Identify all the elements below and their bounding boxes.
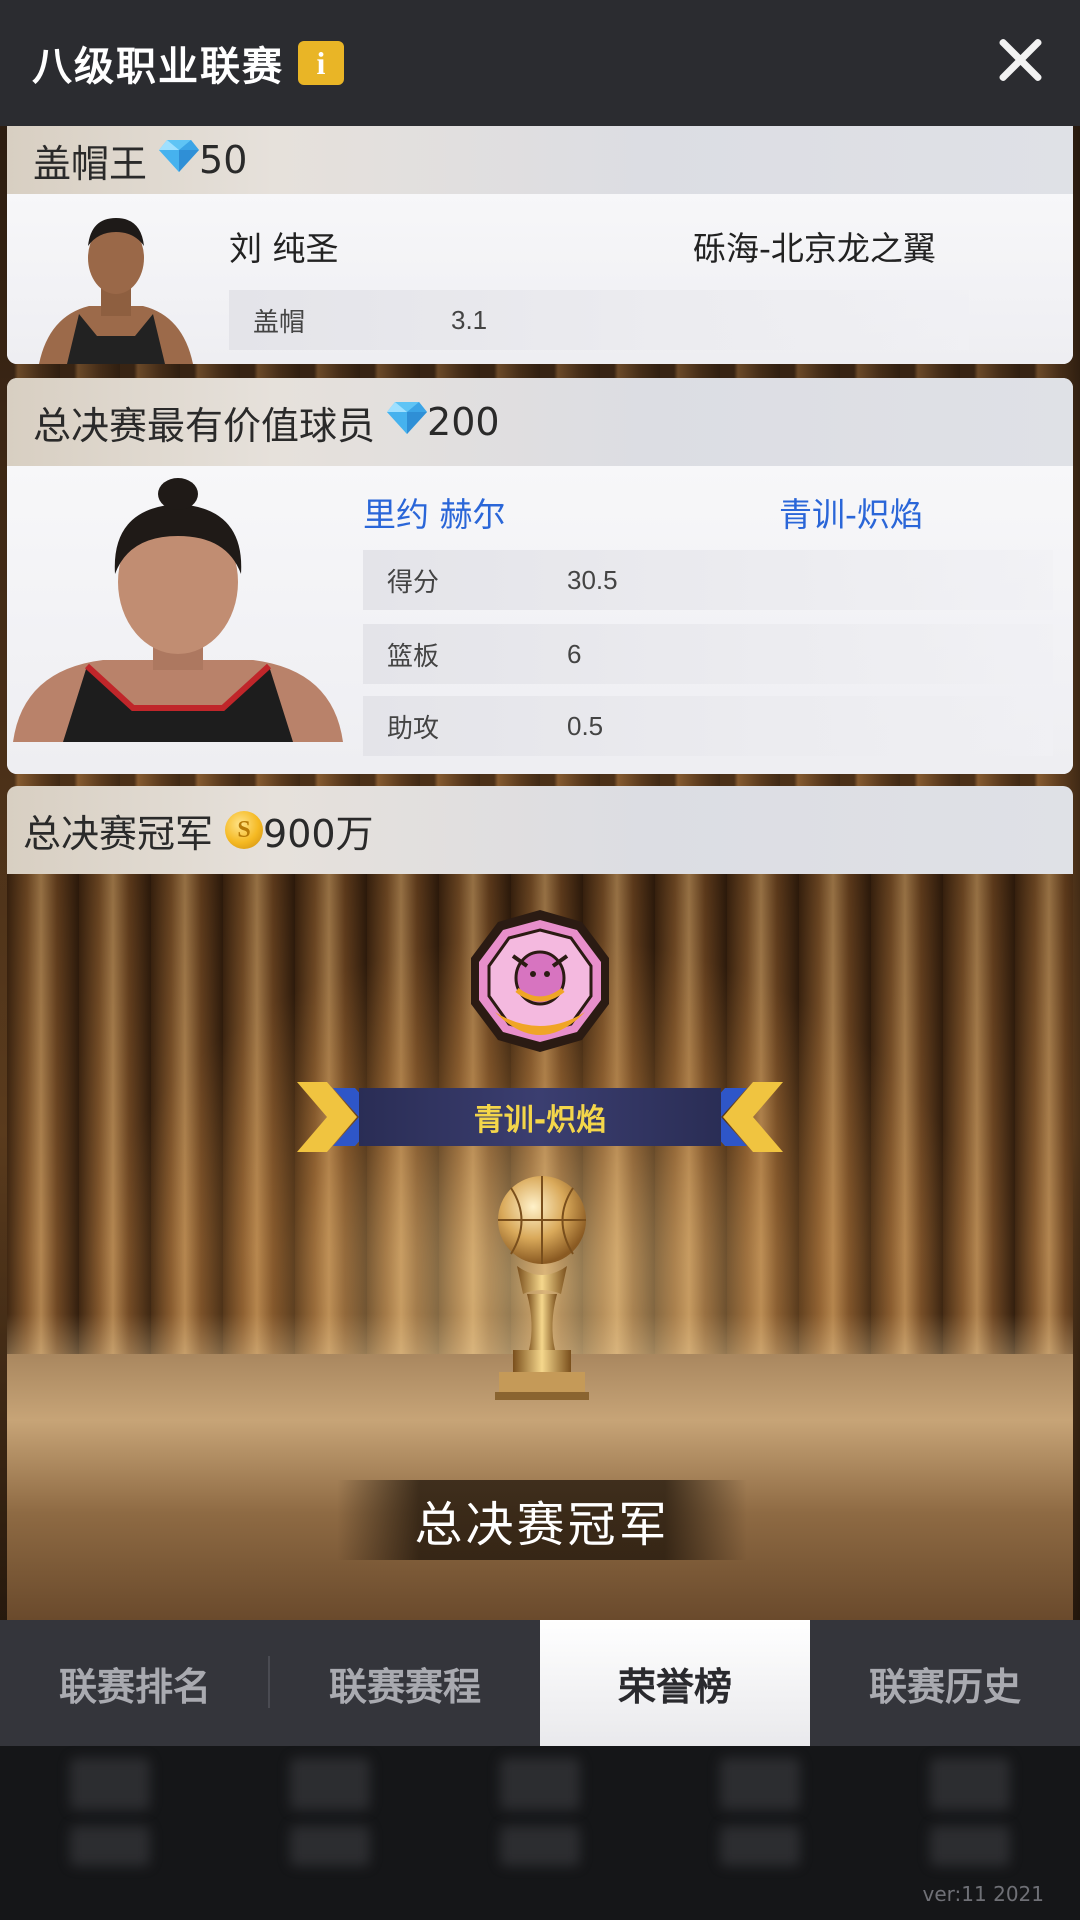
stat-row-blocks: 盖帽 3.1 <box>229 290 969 350</box>
trophy-icon <box>477 1174 607 1400</box>
award-body: 里约 赫尔 青训-炽焰 得分 30.5 篮板 6 助攻 0.5 <box>7 466 1073 774</box>
tab-league-history[interactable]: 联赛历史 <box>810 1620 1080 1746</box>
tab-league-schedule[interactable]: 联赛赛程 <box>270 1620 540 1746</box>
coin-icon: S <box>225 811 264 849</box>
stat-value: 0.5 <box>567 710 604 741</box>
award-title: 总决赛最有价值球员 <box>33 403 376 448</box>
team-name[interactable]: 砾海-北京龙之翼 <box>693 222 936 270</box>
stat-row-assists: 助攻 0.5 <box>363 696 1053 756</box>
award-title: 盖帽王 <box>33 141 148 186</box>
bottom-nav-blurred: ver:11 2021 <box>0 1746 1080 1920</box>
champion-team-name[interactable]: 青训-炽焰 <box>359 1088 721 1146</box>
award-card-finals-mvp: 总决赛最有价值球员 200 里约 赫尔 青训-炽焰 得分 30.5 篮板 6 助… <box>7 378 1073 774</box>
team-name[interactable]: 青训-炽焰 <box>779 488 923 536</box>
champion-banner: 青训-炽焰 总决赛冠军 <box>7 874 1073 1620</box>
player-avatar[interactable] <box>13 470 343 742</box>
close-icon[interactable] <box>996 36 1044 84</box>
stat-label: 盖帽 <box>253 307 306 338</box>
player-avatar[interactable] <box>29 206 203 364</box>
stat-row-points: 得分 30.5 <box>363 550 1053 610</box>
version-text: ver:11 2021 <box>922 1882 1044 1906</box>
reward-value: 50 <box>199 138 248 182</box>
award-body: 刘 纯圣 砾海-北京龙之翼 盖帽 3.1 <box>7 194 1073 364</box>
award-header: 总决赛最有价值球员 200 <box>7 378 1073 466</box>
stat-row-rebounds: 篮板 6 <box>363 624 1053 684</box>
award-header: 总决赛冠军 S 900万 <box>7 786 1073 874</box>
stat-value: 3.1 <box>451 304 488 335</box>
page-title: 八级职业联赛 <box>32 44 284 90</box>
reward-value: 200 <box>427 400 500 444</box>
award-card-block-king: 盖帽王 50 刘 纯圣 砾海-北京龙之翼 盖帽 3.1 <box>7 126 1073 364</box>
champion-team-ribbon: 青训-炽焰 <box>297 1082 783 1152</box>
info-icon[interactable]: i <box>298 41 344 85</box>
stat-value: 30.5 <box>567 564 618 595</box>
award-title: 总决赛冠军 <box>23 811 214 856</box>
diamond-icon <box>387 400 428 445</box>
stat-value: 6 <box>567 638 582 669</box>
award-card-champion: 总决赛冠军 S 900万 <box>7 786 1073 874</box>
stat-label: 得分 <box>387 567 440 598</box>
player-name[interactable]: 刘 纯圣 <box>229 222 339 270</box>
tab-league-ranking[interactable]: 联赛排名 <box>0 1620 270 1746</box>
award-header: 盖帽王 50 <box>7 126 1073 194</box>
header-bar: 八级职业联赛 i <box>0 0 1080 126</box>
reward-value: 900万 <box>263 811 374 856</box>
tab-honor-roll[interactable]: 荣誉榜 <box>540 1620 810 1746</box>
stat-label: 助攻 <box>387 713 440 744</box>
trophy-label: 总决赛冠军 <box>337 1480 747 1560</box>
diamond-icon <box>159 138 200 183</box>
stat-label: 篮板 <box>387 641 440 672</box>
team-logo[interactable] <box>467 908 613 1054</box>
player-name[interactable]: 里约 赫尔 <box>363 488 506 536</box>
tab-bar: 联赛排名 联赛赛程 荣誉榜 联赛历史 <box>0 1620 1080 1746</box>
